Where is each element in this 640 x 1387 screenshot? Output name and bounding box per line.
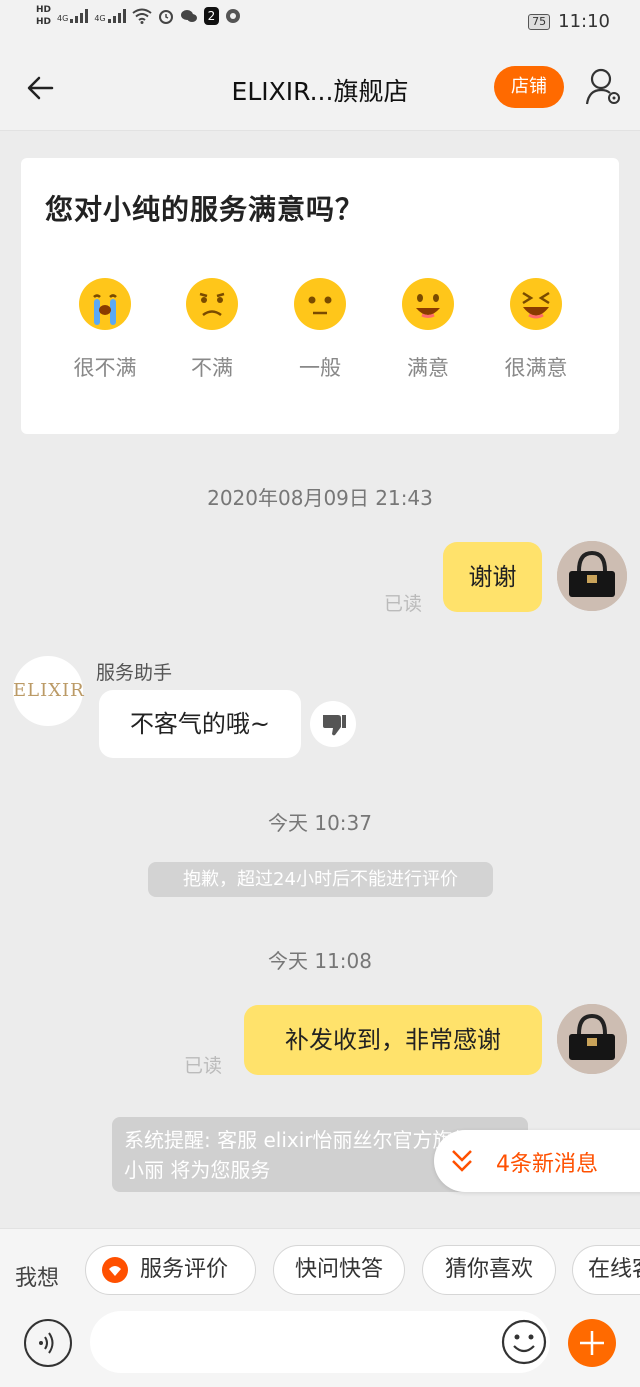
chip-recommendations[interactable]: 猜你喜欢 — [422, 1245, 556, 1295]
alarm-icon — [158, 10, 173, 24]
laughing-face-icon[interactable] — [510, 278, 562, 330]
read-status: 已读 — [184, 1055, 223, 1077]
satisfaction-survey-card: 您对小纯的服务满意吗？ 很不满 不满 一般 满意 很满意 — [21, 158, 619, 434]
voice-icon — [39, 1332, 54, 1354]
status-icons-left: HD HD 4G 4G 2 — [36, 4, 241, 28]
emoji-icon — [501, 1319, 547, 1365]
message-bubble-assistant[interactable]: 不客气的哦~ — [99, 690, 301, 758]
user-settings-icon — [585, 68, 620, 105]
sender-name: 服务助手 — [96, 662, 173, 684]
wifi-icon — [131, 8, 152, 24]
chat-header: ELIXIR...旗舰店 店铺 — [0, 46, 640, 131]
message-bubble-self[interactable]: 补发收到，非常感谢 — [244, 1005, 542, 1075]
hd-top: HD — [36, 5, 52, 15]
chip-online-service[interactable]: 在线客服 — [572, 1245, 640, 1295]
quick-actions-label: 我想 — [15, 1266, 60, 1291]
neutral-face-icon[interactable] — [294, 278, 346, 330]
chip-service-rating[interactable]: 服务评价 — [85, 1245, 256, 1295]
network-type-2: 4G — [94, 14, 106, 23]
chip-quick-qa[interactable]: 快问快答 — [273, 1245, 405, 1295]
signal-icon: 4G — [57, 9, 89, 23]
user-avatar[interactable] — [557, 1004, 627, 1074]
smiling-face-icon[interactable] — [402, 278, 454, 330]
shop-button[interactable]: 店铺 — [494, 66, 564, 108]
system-notice: 抱歉，超过24小时后不能进行评价 — [148, 862, 493, 897]
hd-indicator: HD HD — [36, 4, 51, 28]
rating-option-label[interactable]: 一般 — [266, 352, 374, 382]
message-input[interactable] — [90, 1311, 550, 1373]
chat-timestamp: 今天 10:37 — [268, 811, 372, 835]
rating-option-label[interactable]: 很不满 — [51, 352, 159, 382]
message-bubble-self[interactable]: 谢谢 — [443, 542, 542, 612]
chat-timestamp: 今天 11:08 — [268, 949, 372, 973]
status-icons-right: 75 11:10 — [528, 11, 610, 32]
network-type-1: 4G — [57, 14, 69, 23]
signal-icon-2: 4G — [94, 9, 126, 23]
chip-label: 服务评价 — [140, 1257, 229, 1282]
quick-actions-bar: 我想 服务评价 快问快答 猜你喜欢 在线客服 — [0, 1228, 640, 1387]
app-notification-icon — [226, 9, 241, 23]
shop-avatar[interactable]: ELIXIR — [13, 656, 84, 726]
survey-question: 您对小纯的服务满意吗？ — [45, 193, 365, 226]
more-actions-button[interactable] — [568, 1319, 616, 1367]
battery-icon: 75 — [528, 13, 551, 30]
rating-option-label[interactable]: 不满 — [158, 352, 266, 382]
new-messages-button[interactable]: 4条新消息 — [434, 1130, 640, 1192]
double-chevron-down-icon — [452, 1150, 472, 1172]
plus-icon — [580, 1331, 604, 1355]
read-status: 已读 — [384, 593, 423, 615]
thumbs-down-icon — [323, 715, 346, 736]
rating-option-label[interactable]: 满意 — [374, 352, 482, 382]
new-messages-label: 4条新消息 — [496, 1152, 598, 1177]
user-avatar[interactable] — [557, 541, 627, 611]
handbag-icon — [557, 1004, 627, 1074]
dislike-button[interactable] — [310, 701, 356, 747]
status-bar: HD HD 4G 4G 2 75 11:10 — [0, 0, 640, 46]
handbag-icon — [557, 541, 627, 611]
hd-bottom: HD — [36, 17, 52, 27]
emoji-button[interactable] — [500, 1318, 548, 1366]
chat-timestamp: 2020年08月09日 21:43 — [207, 486, 433, 510]
notification-badge: 2 — [203, 7, 220, 25]
crying-face-icon[interactable] — [79, 278, 131, 330]
user-settings-button[interactable] — [584, 66, 624, 108]
wechat-icon — [180, 10, 197, 22]
clock: 11:10 — [558, 11, 610, 32]
service-rating-icon — [102, 1257, 128, 1283]
rating-option-label[interactable]: 很满意 — [482, 352, 590, 382]
frowning-face-icon[interactable] — [186, 278, 238, 330]
voice-button[interactable] — [24, 1319, 72, 1367]
